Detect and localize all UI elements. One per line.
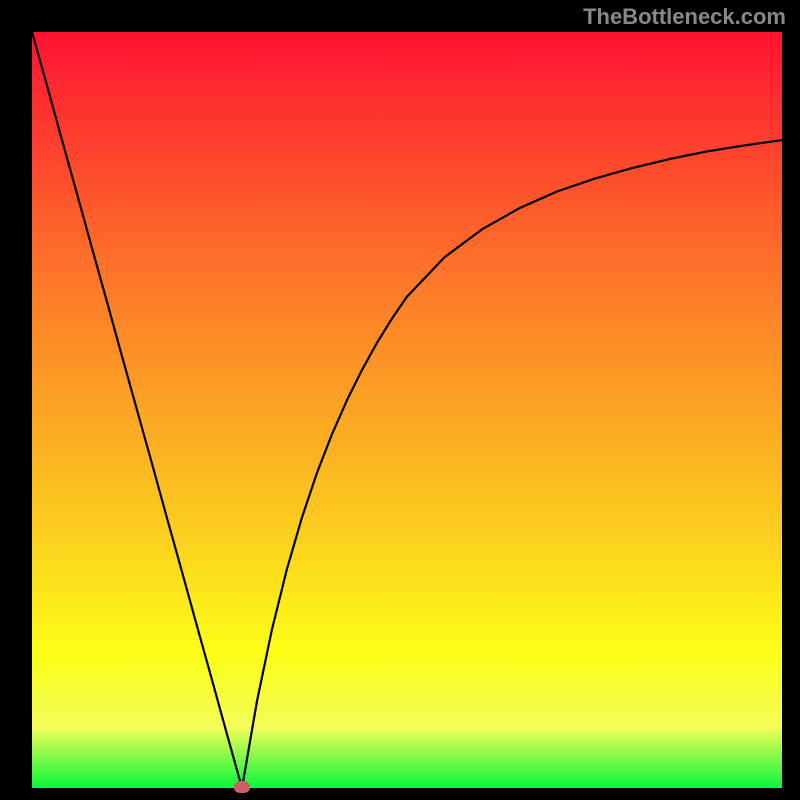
gradient-background — [32, 32, 782, 788]
bottleneck-chart — [32, 32, 782, 788]
attribution-label: TheBottleneck.com — [583, 4, 786, 30]
dip-marker — [234, 781, 250, 793]
chart-frame: TheBottleneck.com — [0, 0, 800, 800]
